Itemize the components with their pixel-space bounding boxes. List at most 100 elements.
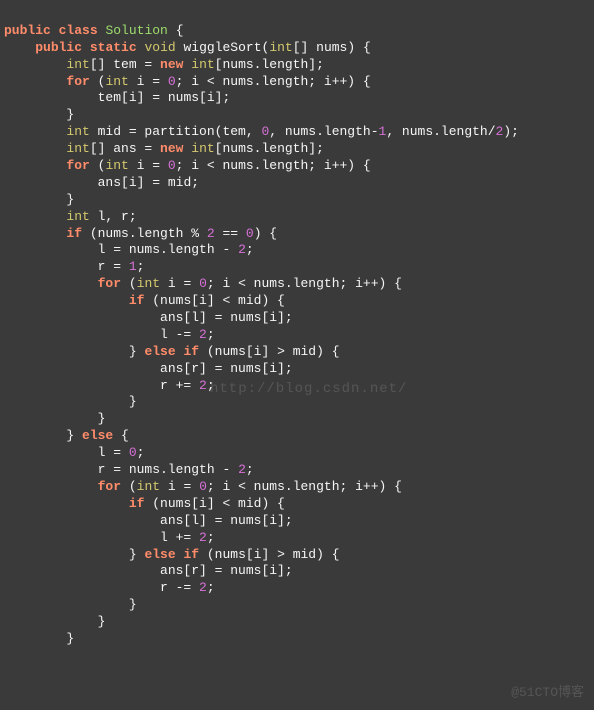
text: (nums[i] > mid) { [199, 547, 339, 562]
text: i = [129, 74, 168, 89]
num: 2 [238, 242, 246, 257]
text: , nums.length- [269, 124, 378, 139]
type-void: void [144, 40, 175, 55]
brace: } [66, 107, 74, 122]
text: l = nums.length - [98, 242, 238, 257]
brace: } [129, 597, 137, 612]
text: r = [98, 259, 129, 274]
code-block: public class Solution { public static vo… [0, 0, 594, 654]
text: l -= [160, 327, 199, 342]
text: == [215, 226, 246, 241]
text: ; [246, 242, 254, 257]
type-int: int [191, 141, 214, 156]
watermark-51cto: @51CTO博客 [511, 685, 584, 702]
num: 0 [168, 158, 176, 173]
text: } [129, 547, 145, 562]
type-int: int [66, 57, 89, 72]
kw-else: else [82, 428, 113, 443]
num: 2 [199, 327, 207, 342]
kw-for: for [98, 276, 121, 291]
text: l, r; [90, 209, 137, 224]
stmt: ans[l] = nums[i]; [160, 310, 293, 325]
type-int: int [137, 276, 160, 291]
kw-else: else [144, 547, 175, 562]
num: 0 [129, 445, 137, 460]
stmt: ans[l] = nums[i]; [160, 513, 293, 528]
stmt: ans[r] = nums[i]; [160, 361, 293, 376]
brace: } [66, 631, 74, 646]
text: ) { [254, 226, 277, 241]
num: 2 [207, 226, 215, 241]
brace: } [98, 411, 106, 426]
text: [nums.length]; [215, 57, 324, 72]
brace: } [129, 394, 137, 409]
text: ; [207, 327, 215, 342]
text: (nums[i] > mid) { [199, 344, 339, 359]
kw-public: public [35, 40, 82, 55]
text: ; [207, 530, 215, 545]
kw-for: for [98, 479, 121, 494]
type-int: int [66, 209, 89, 224]
text: { [113, 428, 129, 443]
text: , nums.length/ [386, 124, 495, 139]
type-int: int [66, 124, 89, 139]
type-int: int [105, 158, 128, 173]
type-int: int [191, 57, 214, 72]
kw-public: public [4, 23, 51, 38]
class-name: Solution [105, 23, 167, 38]
num: 0 [199, 479, 207, 494]
stmt: tem[i] = nums[i]; [98, 90, 231, 105]
brace: } [66, 192, 74, 207]
text: ; i < nums.length; i++) { [176, 74, 371, 89]
text: l += [160, 530, 199, 545]
brace: { [176, 23, 184, 38]
text: r -= [160, 580, 199, 595]
num: 0 [168, 74, 176, 89]
num: 2 [199, 378, 207, 393]
text: ; [137, 445, 145, 460]
text: ( [90, 74, 106, 89]
text: ( [90, 158, 106, 173]
text: i = [129, 158, 168, 173]
text: ); [503, 124, 519, 139]
type-int: int [105, 74, 128, 89]
kw-if: if [129, 496, 145, 511]
kw-else: else [144, 344, 175, 359]
text: ; i < nums.length; i++) { [176, 158, 371, 173]
text: [] tem = [90, 57, 160, 72]
kw-class: class [59, 23, 98, 38]
stmt: ans[i] = mid; [98, 175, 199, 190]
type-int: int [137, 479, 160, 494]
kw-static: static [90, 40, 137, 55]
text: ; i < nums.length; i++) { [207, 479, 402, 494]
kw-if: if [183, 344, 199, 359]
text: ( [121, 276, 137, 291]
num: 2 [199, 580, 207, 595]
text: ; [137, 259, 145, 274]
text: [] ans = [90, 141, 160, 156]
text: ; [207, 580, 215, 595]
num: 0 [246, 226, 254, 241]
text: r = nums.length - [98, 462, 238, 477]
kw-for: for [66, 158, 89, 173]
kw-new: new [160, 57, 183, 72]
text: [nums.length]; [215, 141, 324, 156]
text: r += [160, 378, 199, 393]
num: 0 [199, 276, 207, 291]
type-int: int [66, 141, 89, 156]
text: i = [160, 479, 199, 494]
num: 2 [199, 530, 207, 545]
kw-new: new [160, 141, 183, 156]
text: (nums.length % [82, 226, 207, 241]
params: [] nums) { [293, 40, 371, 55]
text: l = [98, 445, 129, 460]
kw-for: for [66, 74, 89, 89]
text: i = [160, 276, 199, 291]
text: } [129, 344, 145, 359]
stmt: ans[r] = nums[i]; [160, 563, 293, 578]
text: ( [121, 479, 137, 494]
kw-if: if [66, 226, 82, 241]
text: } [66, 428, 82, 443]
text: ; i < nums.length; i++) { [207, 276, 402, 291]
num: 1 [129, 259, 137, 274]
